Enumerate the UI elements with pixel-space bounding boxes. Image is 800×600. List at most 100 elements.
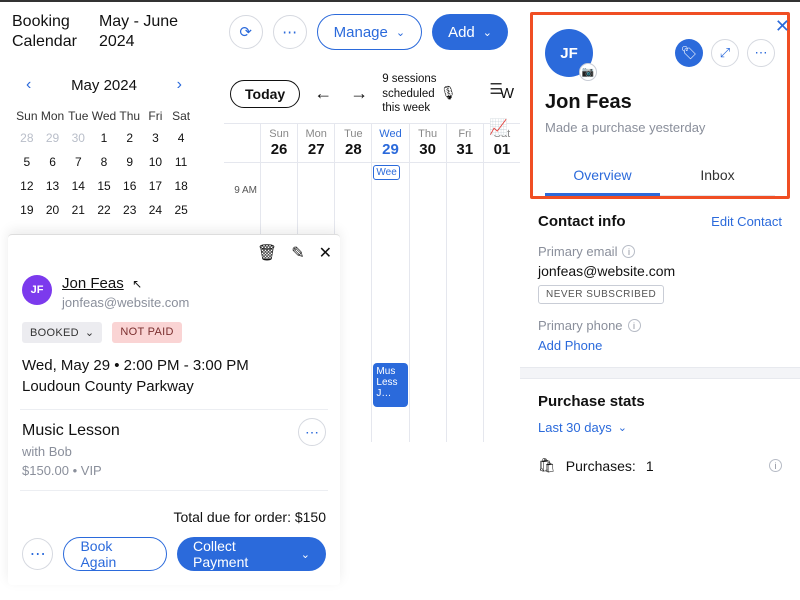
purchases-label: Purchases: bbox=[566, 458, 636, 474]
day-cell[interactable]: 15 bbox=[91, 174, 117, 198]
day-column[interactable] bbox=[409, 163, 446, 442]
expand-icon[interactable]: ⤢ bbox=[711, 39, 739, 67]
day-cell[interactable]: 13 bbox=[40, 174, 66, 198]
day-cell[interactable]: 29 bbox=[40, 126, 66, 150]
section-divider bbox=[520, 367, 800, 379]
week-day-header[interactable]: Mon27 bbox=[297, 124, 334, 162]
add-phone-link[interactable]: Add Phone bbox=[538, 338, 602, 353]
day-cell[interactable]: 16 bbox=[117, 174, 143, 198]
mic-icon: 🎙 bbox=[440, 85, 457, 100]
prev-week-button[interactable]: ← bbox=[310, 81, 336, 106]
day-cell[interactable]: 7 bbox=[65, 150, 91, 174]
week-day-header[interactable]: Tue28 bbox=[334, 124, 371, 162]
collect-payment-button[interactable]: Collect Payment⌄ bbox=[177, 537, 326, 571]
profile-header: JF 📷 🏷 ⤢ ⋯ Jon Feas Made a purchase yest… bbox=[530, 12, 790, 199]
customer-name[interactable]: Jon Feas bbox=[62, 275, 124, 292]
day-cell[interactable]: 12 bbox=[14, 174, 40, 198]
day-cell[interactable]: 21 bbox=[65, 198, 91, 222]
day-cell[interactable]: 28 bbox=[14, 126, 40, 150]
popup-more-icon[interactable]: ⋯ bbox=[22, 538, 53, 570]
info-icon[interactable]: i bbox=[628, 319, 641, 332]
prev-month-button[interactable]: ‹ bbox=[18, 72, 39, 98]
calendar-event[interactable]: MusLessJ… bbox=[373, 363, 407, 407]
week-day-header[interactable]: Wed29 bbox=[371, 124, 408, 162]
analytics-icon[interactable]: 📈 bbox=[489, 118, 508, 136]
day-cell[interactable]: 25 bbox=[168, 198, 194, 222]
tag-icon[interactable]: 🏷 bbox=[675, 39, 703, 67]
day-cell[interactable]: 17 bbox=[143, 174, 169, 198]
week-day-header[interactable]: Thu30 bbox=[409, 124, 446, 162]
edit-icon[interactable]: ✎ bbox=[291, 243, 304, 263]
day-cell[interactable]: 14 bbox=[65, 174, 91, 198]
day-cell[interactable]: 20 bbox=[40, 198, 66, 222]
edit-contact-link[interactable]: Edit Contact bbox=[711, 214, 782, 229]
next-week-button[interactable]: → bbox=[346, 81, 372, 106]
camera-icon[interactable]: 📷 bbox=[579, 63, 597, 81]
avatar: JF bbox=[22, 275, 52, 305]
add-button[interactable]: Add ⌄ bbox=[432, 14, 508, 50]
panel-more-icon[interactable]: ⋯ bbox=[747, 39, 775, 67]
service-name: Music Lesson bbox=[22, 422, 326, 440]
weekday-header: SunMonTueWedThuFriSat bbox=[14, 106, 194, 126]
new-event-chip[interactable]: Wee bbox=[373, 165, 399, 180]
close-icon[interactable]: ✕ bbox=[319, 243, 332, 263]
day-cell[interactable]: 30 bbox=[65, 126, 91, 150]
primary-email-value: jonfeas@website.com bbox=[538, 263, 782, 279]
date-range: May - June 2024 bbox=[93, 12, 178, 52]
weekday: Tue bbox=[65, 106, 91, 126]
today-button[interactable]: Today bbox=[230, 80, 300, 108]
order-total: Total due for order: $150 bbox=[22, 509, 326, 525]
avatar[interactable]: JF 📷 bbox=[545, 29, 593, 77]
close-panel-icon[interactable]: ✕ bbox=[775, 16, 790, 37]
day-cell[interactable]: 4 bbox=[168, 126, 194, 150]
day-column[interactable] bbox=[446, 163, 483, 442]
tab-inbox[interactable]: Inbox bbox=[660, 157, 775, 196]
month-label: May 2024 bbox=[71, 77, 137, 94]
day-cell[interactable]: 10 bbox=[143, 150, 169, 174]
day-cell[interactable]: 8 bbox=[91, 150, 117, 174]
day-cell[interactable]: 18 bbox=[168, 174, 194, 198]
day-cell[interactable]: 19 bbox=[14, 198, 40, 222]
more-icon[interactable]: ⋯ bbox=[273, 15, 307, 49]
info-icon[interactable]: i bbox=[622, 245, 635, 258]
day-cell[interactable]: 11 bbox=[168, 150, 194, 174]
day-cell[interactable]: 6 bbox=[40, 150, 66, 174]
day-cell[interactable]: 22 bbox=[91, 198, 117, 222]
day-cell[interactable]: 3 bbox=[143, 126, 169, 150]
week-day-header[interactable]: Sun26 bbox=[260, 124, 297, 162]
refresh-icon[interactable]: ⟳ bbox=[229, 15, 263, 49]
purchases-value: 1 bbox=[646, 458, 654, 474]
info-icon[interactable]: i bbox=[769, 459, 782, 472]
booking-popup: 🗑 ✎ ✕ JF Jon Feas ↖ jonfeas@website.com … bbox=[8, 234, 340, 585]
delete-icon[interactable]: 🗑 bbox=[257, 243, 277, 263]
tab-overview[interactable]: Overview bbox=[545, 157, 660, 196]
cursor-icon: ↖ bbox=[132, 277, 142, 291]
status-booked[interactable]: BOOKED⌄ bbox=[22, 322, 102, 343]
primary-phone-label: Primary phonei bbox=[538, 318, 782, 333]
day-cell[interactable]: 24 bbox=[143, 198, 169, 222]
day-cell[interactable]: 23 bbox=[117, 198, 143, 222]
service-staff: with Bob bbox=[22, 444, 326, 459]
weekday: Wed bbox=[91, 106, 117, 126]
weekday: Fri bbox=[143, 106, 169, 126]
day-column[interactable] bbox=[483, 163, 520, 442]
week-day-header[interactable]: Fri31 bbox=[446, 124, 483, 162]
bag-icon: 🛍 bbox=[538, 457, 556, 474]
day-cell[interactable]: 2 bbox=[117, 126, 143, 150]
stats-range-dropdown[interactable]: Last 30 days⌄ bbox=[538, 420, 782, 435]
booking-location: Loudoun County Parkway bbox=[22, 378, 326, 395]
next-month-button[interactable]: › bbox=[169, 72, 190, 98]
manage-label: Manage bbox=[334, 24, 388, 41]
service-price: $150.00 • VIP bbox=[22, 463, 326, 478]
weekday: Thu bbox=[117, 106, 143, 126]
book-again-button[interactable]: Book Again bbox=[63, 537, 167, 571]
booking-datetime: Wed, May 29 • 2:00 PM - 3:00 PM bbox=[22, 357, 326, 374]
list-view-icon[interactable]: ☰ bbox=[489, 80, 508, 98]
day-column[interactable]: Wee MusLessJ… bbox=[371, 163, 408, 442]
day-cell[interactable]: 9 bbox=[117, 150, 143, 174]
weekday: Mon bbox=[40, 106, 66, 126]
day-cell[interactable]: 5 bbox=[14, 150, 40, 174]
day-cell[interactable]: 1 bbox=[91, 126, 117, 150]
service-more-icon[interactable]: ⋯ bbox=[298, 418, 326, 446]
manage-button[interactable]: Manage ⌄ bbox=[317, 14, 422, 50]
